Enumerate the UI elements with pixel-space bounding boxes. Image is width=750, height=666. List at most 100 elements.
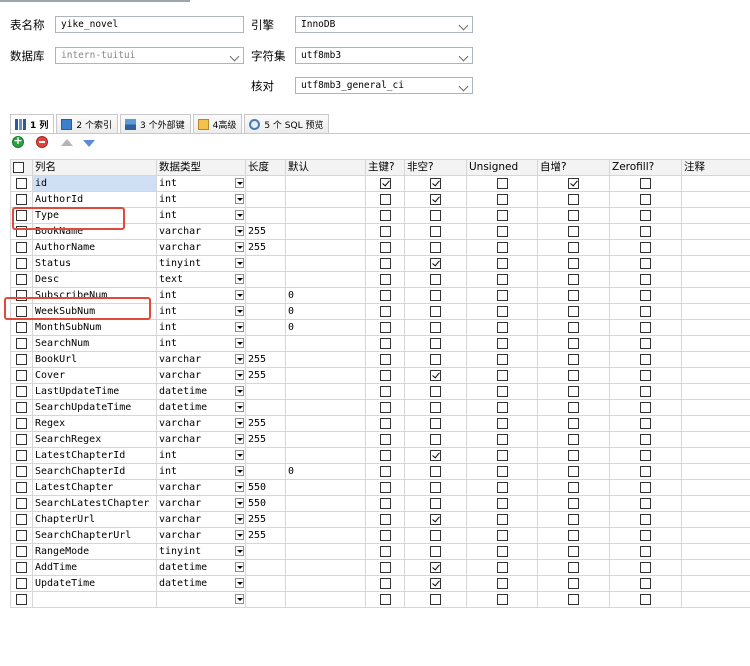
zerofill-cell[interactable] <box>609 591 682 608</box>
unsigned-cell[interactable] <box>466 399 538 416</box>
length-cell[interactable]: 255 <box>245 527 286 544</box>
auto-increment-checkbox[interactable] <box>568 321 579 333</box>
column-name-cell[interactable]: ChapterUrl <box>32 511 157 528</box>
dropdown-arrow-icon[interactable] <box>235 450 244 460</box>
default-cell[interactable] <box>285 335 366 352</box>
default-cell[interactable]: 0 <box>285 319 366 336</box>
unsigned-cell[interactable] <box>466 591 538 608</box>
row-select-cell[interactable] <box>10 575 33 592</box>
zerofill-checkbox[interactable] <box>640 209 651 221</box>
table-row[interactable]: SearchLatestChapter varchar 550 <box>10 495 750 512</box>
column-name-cell[interactable]: WeekSubNum <box>32 303 157 320</box>
data-type-cell[interactable]: varchar <box>156 367 246 384</box>
not-null-cell[interactable] <box>404 351 467 368</box>
row-select-cell[interactable] <box>10 287 33 304</box>
unsigned-cell[interactable] <box>466 463 538 480</box>
primary-key-cell[interactable] <box>365 367 405 384</box>
column-name-cell[interactable]: LatestChapterId <box>32 447 157 464</box>
table-row[interactable]: BookUrl varchar 255 <box>10 351 750 368</box>
auto-increment-cell[interactable] <box>537 351 610 368</box>
not-null-checkbox[interactable] <box>430 577 441 589</box>
unsigned-cell[interactable] <box>466 175 538 192</box>
not-null-cell[interactable] <box>404 495 467 512</box>
zerofill-cell[interactable] <box>609 207 682 224</box>
not-null-cell[interactable] <box>404 303 467 320</box>
unsigned-cell[interactable] <box>466 255 538 272</box>
auto-increment-cell[interactable] <box>537 543 610 560</box>
table-name-field[interactable]: yike_novel <box>55 16 244 33</box>
table-row[interactable]: SearchRegex varchar 255 <box>10 431 750 448</box>
primary-key-cell[interactable] <box>365 271 405 288</box>
row-select-checkbox[interactable] <box>16 497 27 509</box>
row-select-cell[interactable] <box>10 271 33 288</box>
not-null-checkbox[interactable] <box>430 353 441 365</box>
zerofill-cell[interactable] <box>609 479 682 496</box>
zerofill-cell[interactable] <box>609 351 682 368</box>
zerofill-checkbox[interactable] <box>640 593 651 605</box>
column-name-cell[interactable]: AuthorId <box>32 191 157 208</box>
default-cell[interactable] <box>285 239 366 256</box>
row-select-cell[interactable] <box>10 495 33 512</box>
data-type-cell[interactable]: int <box>156 319 246 336</box>
not-null-checkbox[interactable] <box>430 385 441 397</box>
row-select-cell[interactable] <box>10 463 33 480</box>
not-null-cell[interactable] <box>404 431 467 448</box>
not-null-cell[interactable] <box>404 207 467 224</box>
unsigned-cell[interactable] <box>466 319 538 336</box>
zerofill-checkbox[interactable] <box>640 177 651 189</box>
delete-column-icon[interactable] <box>36 136 48 148</box>
unsigned-checkbox[interactable] <box>496 417 508 429</box>
not-null-checkbox[interactable] <box>430 481 441 493</box>
unsigned-checkbox[interactable] <box>496 577 508 589</box>
not-null-cell[interactable] <box>404 367 467 384</box>
row-select-cell[interactable] <box>10 591 33 608</box>
primary-key-cell[interactable] <box>365 543 405 560</box>
zerofill-cell[interactable] <box>609 319 682 336</box>
column-name-cell[interactable]: BookName <box>32 223 157 240</box>
unsigned-cell[interactable] <box>466 367 538 384</box>
tab-indexes[interactable]: 2 个索引 <box>56 114 118 133</box>
unsigned-cell[interactable] <box>466 223 538 240</box>
unsigned-cell[interactable] <box>466 415 538 432</box>
auto-increment-cell[interactable] <box>537 191 610 208</box>
not-null-checkbox[interactable] <box>430 225 441 237</box>
row-select-cell[interactable] <box>10 255 33 272</box>
primary-key-cell[interactable] <box>365 207 405 224</box>
default-cell[interactable] <box>285 431 366 448</box>
zerofill-cell[interactable] <box>609 255 682 272</box>
default-cell[interactable] <box>285 415 366 432</box>
data-type-cell[interactable]: varchar <box>156 479 246 496</box>
header-not-null[interactable]: 非空? <box>404 159 467 176</box>
unsigned-checkbox[interactable] <box>496 449 508 461</box>
table-row[interactable]: RangeMode tinyint <box>10 543 750 560</box>
move-up-icon[interactable] <box>61 139 73 146</box>
not-null-checkbox[interactable] <box>430 241 441 253</box>
auto-increment-cell[interactable] <box>537 511 610 528</box>
length-cell[interactable] <box>245 463 286 480</box>
row-select-cell[interactable] <box>10 447 33 464</box>
default-cell[interactable] <box>285 383 366 400</box>
data-type-cell[interactable]: int <box>156 191 246 208</box>
dropdown-arrow-icon[interactable] <box>235 546 244 556</box>
zerofill-checkbox[interactable] <box>640 193 651 205</box>
unsigned-cell[interactable] <box>466 543 538 560</box>
auto-increment-cell[interactable] <box>537 207 610 224</box>
length-cell[interactable] <box>245 303 286 320</box>
unsigned-cell[interactable] <box>466 383 538 400</box>
unsigned-cell[interactable] <box>466 303 538 320</box>
zerofill-checkbox[interactable] <box>640 273 651 285</box>
not-null-cell[interactable] <box>404 415 467 432</box>
default-cell[interactable] <box>285 223 366 240</box>
primary-key-cell[interactable] <box>365 575 405 592</box>
length-cell[interactable] <box>245 447 286 464</box>
primary-key-cell[interactable] <box>365 559 405 576</box>
row-select-checkbox[interactable] <box>16 417 27 429</box>
row-select-checkbox[interactable] <box>16 193 27 205</box>
primary-key-cell[interactable] <box>365 191 405 208</box>
unsigned-checkbox[interactable] <box>496 497 508 509</box>
zerofill-checkbox[interactable] <box>640 369 651 381</box>
primary-key-cell[interactable] <box>365 351 405 368</box>
row-select-cell[interactable] <box>10 399 33 416</box>
table-row[interactable]: AuthorName varchar 255 <box>10 239 750 256</box>
unsigned-cell[interactable] <box>466 575 538 592</box>
